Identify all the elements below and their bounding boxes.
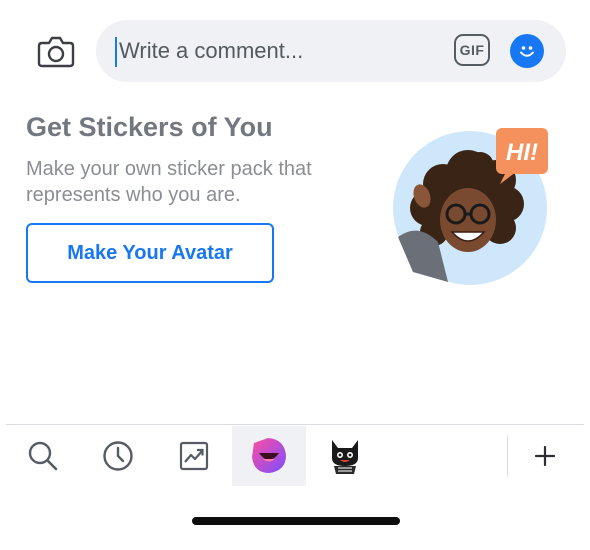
- tab-avatar-stickers[interactable]: [232, 426, 306, 486]
- avatar-sticker-illustration: HI!: [393, 128, 548, 285]
- add-sticker-button[interactable]: [519, 426, 571, 486]
- comment-input[interactable]: [119, 33, 439, 69]
- plus-icon: [534, 445, 556, 467]
- clock-icon: [103, 441, 133, 471]
- smiley-icon: [520, 46, 534, 57]
- cat-sticker-icon: [332, 440, 358, 474]
- avatar-sticker-icon: [252, 438, 286, 473]
- make-avatar-button[interactable]: Make Your Avatar: [26, 223, 274, 283]
- promo-title: Get Stickers of You: [26, 112, 273, 142]
- sticker-bubble-text: HI!: [506, 139, 538, 166]
- camera-button[interactable]: [36, 31, 76, 71]
- tray-divider: [507, 435, 508, 477]
- sticker-tray: [6, 424, 584, 487]
- home-indicator[interactable]: [192, 517, 400, 525]
- tab-search[interactable]: [17, 426, 69, 486]
- gif-button[interactable]: GIF: [454, 34, 490, 66]
- camera-icon: [37, 36, 75, 68]
- text-cursor: [115, 37, 117, 67]
- gif-label: GIF: [459, 42, 485, 58]
- comment-bar: GIF: [96, 20, 566, 82]
- trending-icon: [179, 441, 209, 471]
- emoji-button[interactable]: [510, 34, 544, 68]
- promo-description: Make your own sticker pack that represen…: [26, 158, 312, 206]
- tab-cat-stickers[interactable]: [319, 426, 371, 486]
- tab-trending[interactable]: [168, 426, 220, 486]
- tab-recent[interactable]: [92, 426, 144, 486]
- search-icon: [28, 441, 58, 471]
